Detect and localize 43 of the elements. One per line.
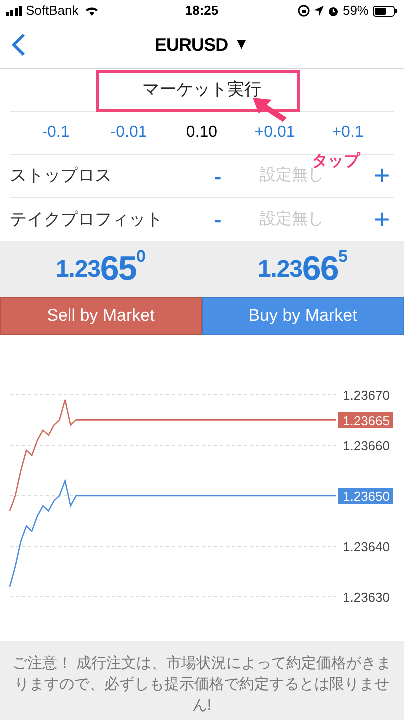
battery-percent: 59% [342, 2, 369, 20]
increase-button[interactable]: + [370, 206, 394, 234]
axis-label: 1.23640 [343, 540, 390, 554]
price-fraction: 0 [136, 246, 146, 266]
price-pips: 65 [100, 248, 136, 290]
price-prefix: 1.23 [258, 254, 302, 284]
signal-icon [6, 6, 23, 16]
price-prefix: 1.23 [56, 254, 100, 284]
price-fraction: 5 [338, 246, 348, 268]
back-chevron-icon [12, 33, 26, 57]
field-label: ストップロス [10, 165, 113, 188]
dropdown-arrow: ▼ [234, 34, 250, 55]
field-label: テイクプロフィット [10, 208, 164, 231]
warning-notice: ご注意！ 成行注文は、市場状況によって約定価格がきまりますので、必ずしも提示価格で約定するとは限りません! [12, 654, 392, 716]
axis-label: 1.23630 [343, 590, 390, 605]
axis-label: 1.23670 [343, 388, 390, 403]
price-tag: 1.23665 [338, 412, 393, 428]
clock-time: 18:25 [185, 2, 219, 20]
battery-icon [373, 6, 398, 16]
carrier-name: SoftBank [26, 2, 79, 20]
symbol-selector[interactable]: EURUSD ▼ [154, 32, 250, 58]
volume-step-button[interactable]: +0.01 [245, 121, 305, 145]
value-field[interactable]: 設定無し [260, 208, 350, 232]
annotation-label: タップ [312, 151, 360, 170]
order-type-selector[interactable]: マーケット実行 [142, 77, 262, 103]
price-tag: 1.23650 [338, 488, 393, 504]
location-arrow-icon [314, 6, 324, 16]
wifi-icon [84, 6, 99, 16]
price-pips: 66 [302, 248, 338, 290]
buy-button[interactable]: Buy by Market [202, 297, 404, 335]
symbol-title: EURUSD [154, 34, 228, 56]
axis-label: 1.23660 [343, 438, 390, 454]
decrease-button[interactable]: - [206, 203, 230, 236]
rotation-lock-icon [298, 5, 310, 17]
volume-step-button[interactable]: -0.01 [99, 121, 159, 145]
pointer-arrow-icon [252, 97, 288, 123]
increase-button[interactable]: + [370, 162, 394, 190]
alarm-clock-icon [328, 6, 339, 16]
sell-button[interactable]: Sell by Market [0, 297, 202, 335]
volume-step-button[interactable]: +0.1 [318, 121, 378, 145]
volume-value: 0.10 [185, 123, 219, 143]
volume-step-button[interactable]: -0.1 [26, 121, 86, 145]
decrease-button[interactable]: - [206, 160, 230, 192]
